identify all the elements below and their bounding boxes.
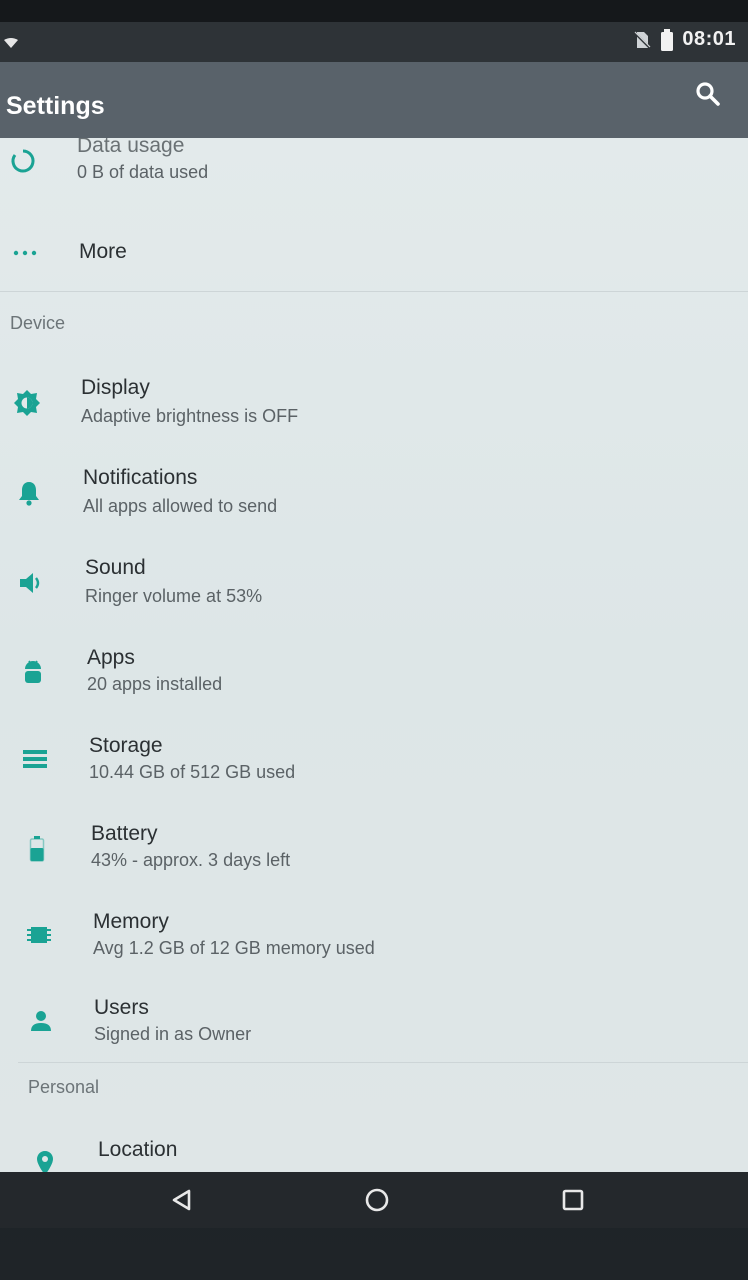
recents-button[interactable]: [553, 1180, 593, 1220]
setting-subtitle: Avg 1.2 GB of 12 GB memory used: [93, 938, 375, 958]
setting-users[interactable]: Users Signed in as Owner: [0, 988, 748, 1062]
volume-icon: [16, 568, 46, 598]
setting-sound[interactable]: Sound Ringer volume at 53%: [0, 546, 748, 624]
recents-square-icon: [562, 1189, 584, 1211]
setting-title: Location: [98, 1138, 178, 1161]
setting-battery[interactable]: Battery 43% - approx. 3 days left: [0, 812, 748, 890]
setting-subtitle: 10.44 GB of 512 GB used: [89, 762, 296, 782]
wifi-icon: [4, 38, 18, 48]
setting-subtitle: 43% - approx. 3 days left: [91, 850, 291, 870]
setting-location[interactable]: Location: [0, 1124, 748, 1172]
storage-icon: [20, 744, 50, 774]
setting-title: More: [79, 240, 127, 263]
setting-storage[interactable]: Storage 10.44 GB of 512 GB used: [0, 724, 748, 802]
setting-data-usage[interactable]: Data usage 0 B of data used: [0, 138, 748, 210]
battery-level-icon: [22, 834, 52, 864]
setting-title: Storage: [89, 734, 163, 757]
setting-more[interactable]: More: [0, 224, 748, 290]
setting-title: Memory: [93, 910, 169, 933]
bell-icon: [14, 478, 44, 508]
setting-memory[interactable]: Memory Avg 1.2 GB of 12 GB memory used: [0, 900, 748, 978]
search-button[interactable]: [690, 76, 726, 112]
page-title: Settings: [6, 92, 105, 120]
battery-icon: [661, 28, 674, 51]
section-header-device: Device: [10, 313, 66, 333]
setting-subtitle: 20 apps installed: [87, 674, 223, 694]
brightness-icon: [12, 388, 42, 418]
status-bar: 08:01: [0, 22, 748, 62]
setting-subtitle: Signed in as Owner: [94, 1024, 252, 1044]
more-dots-icon: [10, 238, 40, 268]
memory-chip-icon: [24, 920, 54, 950]
setting-title: Sound: [85, 556, 146, 579]
status-icons: 08:01: [632, 28, 736, 51]
setting-notifications[interactable]: Notifications All apps allowed to send: [0, 456, 748, 534]
home-button[interactable]: [357, 1180, 397, 1220]
status-time: 08:01: [682, 28, 736, 50]
setting-title: Apps: [87, 646, 135, 669]
divider: [18, 1062, 748, 1063]
setting-subtitle: Adaptive brightness is OFF: [81, 406, 299, 426]
navigation-bar: [0, 1172, 748, 1228]
setting-subtitle: 0 B of data used: [77, 162, 209, 182]
setting-subtitle: All apps allowed to send: [83, 496, 278, 516]
back-triangle-icon: [172, 1189, 191, 1211]
setting-title: Data usage: [77, 138, 185, 157]
divider: [0, 291, 748, 292]
android-icon: [18, 658, 48, 688]
no-sim-icon: [633, 30, 652, 49]
setting-title: Battery: [91, 822, 158, 845]
app-bar: Settings: [0, 62, 748, 138]
setting-title: Notifications: [83, 466, 198, 489]
section-header-personal: Personal: [28, 1077, 100, 1097]
data-usage-icon: [8, 146, 38, 176]
home-circle-icon: [365, 1188, 389, 1212]
setting-title: Display: [81, 376, 150, 399]
setting-subtitle: Ringer volume at 53%: [85, 586, 263, 606]
setting-apps[interactable]: Apps 20 apps installed: [0, 636, 748, 714]
settings-list[interactable]: Data usage 0 B of data used More Device: [0, 138, 748, 1172]
location-pin-icon: [30, 1148, 60, 1172]
setting-display[interactable]: Display Adaptive brightness is OFF: [0, 366, 748, 444]
setting-title: Users: [94, 996, 149, 1019]
back-button[interactable]: [162, 1180, 202, 1220]
search-icon: [696, 82, 720, 106]
user-icon: [26, 1006, 56, 1036]
device-frame: 08:01 Settings Data usage 0 B of data us…: [0, 0, 748, 1280]
